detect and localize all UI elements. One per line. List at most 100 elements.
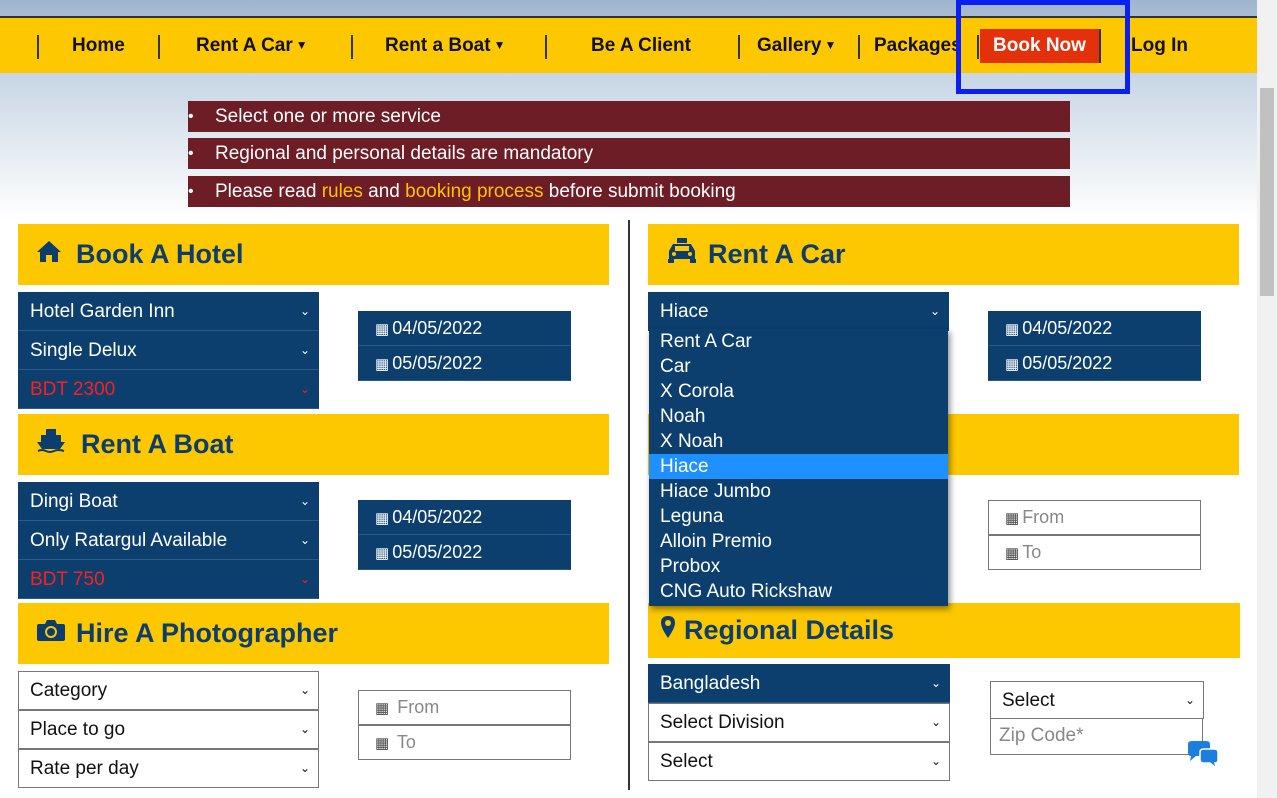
boat-to-date[interactable]: ▦ 05/05/2022 — [358, 535, 571, 570]
zip-code-input[interactable]: Zip Code* — [990, 719, 1203, 755]
chat-icon[interactable] — [1186, 740, 1220, 777]
nav-gallery[interactable]: Gallery ▼ — [757, 18, 836, 73]
calendar-icon: ▦ — [375, 545, 390, 562]
nav-separator — [37, 35, 39, 59]
right-from-date[interactable]: ▦ From — [988, 500, 1201, 535]
car-section-title: Rent A Car — [708, 239, 846, 269]
column-divider — [628, 220, 630, 790]
car-options-dropdown: Rent A Car Car X Corola Noah X Noah Hiac… — [649, 329, 948, 606]
room-type-select[interactable]: Single Delux ⌄ — [18, 331, 319, 370]
nav-separator — [738, 35, 740, 59]
car-option[interactable]: Hiace Jumbo — [649, 479, 948, 504]
book-now-button[interactable]: Book Now — [980, 29, 1101, 63]
notice-item: Please read rules and booking process be… — [188, 176, 1070, 207]
photographer-from-placeholder: From — [397, 697, 440, 717]
nav-log-in[interactable]: Log In — [1131, 18, 1188, 73]
chevron-down-icon: ⌄ — [1184, 693, 1195, 707]
right-to-date[interactable]: ▦ To — [988, 535, 1201, 570]
hotel-price-select[interactable]: BDT 2300 ⌄ — [18, 370, 319, 409]
chevron-down-icon: ⌄ — [299, 683, 310, 697]
photographer-section-header: Hire A Photographer — [18, 603, 609, 664]
country-value: Bangladesh — [660, 673, 761, 694]
photographer-from-date[interactable]: ▦ From — [358, 690, 571, 725]
ship-icon — [36, 415, 81, 476]
notice-text: before submit booking — [543, 181, 736, 202]
car-from-date[interactable]: ▦ 04/05/2022 — [988, 311, 1201, 346]
nav-rent-a-car[interactable]: Rent A Car ▼ — [196, 18, 308, 73]
caret-down-icon: ▼ — [824, 38, 837, 53]
car-option[interactable]: Noah — [649, 404, 948, 429]
photographer-place-value: Place to go — [30, 719, 126, 740]
nav-packages[interactable]: Packages — [874, 18, 962, 73]
caret-down-icon: ▼ — [295, 38, 308, 53]
car-type-value: Hiace — [660, 301, 709, 322]
boat-section-title: Rent A Boat — [81, 429, 234, 459]
hotel-checkin-date[interactable]: ▦ 04/05/2022 — [358, 311, 571, 346]
notice-item: Select one or more service — [188, 101, 1070, 132]
boat-price-select[interactable]: BDT 750 ⌄ — [18, 560, 319, 599]
car-option-selected[interactable]: Hiace — [649, 454, 948, 479]
calendar-icon: ▦ — [1005, 356, 1020, 373]
nav-rent-a-boat-label: Rent a Boat — [385, 35, 491, 56]
calendar-icon: ▦ — [375, 356, 390, 373]
car-type-select[interactable]: Hiace ⌄ — [648, 292, 949, 331]
chevron-down-icon: ⌄ — [929, 304, 940, 318]
district-select[interactable]: Select ⌄ — [648, 742, 950, 781]
photographer-section-title: Hire A Photographer — [76, 618, 339, 648]
photographer-place-select[interactable]: Place to go ⌄ — [18, 710, 319, 749]
calendar-icon: ▦ — [1005, 510, 1020, 527]
country-select[interactable]: Bangladesh ⌄ — [648, 664, 950, 703]
chevron-down-icon: ⌄ — [930, 754, 941, 768]
hotel-select[interactable]: Hotel Garden Inn ⌄ — [18, 292, 319, 331]
hotel-checkin-value: 04/05/2022 — [392, 318, 483, 338]
room-type-value: Single Delux — [30, 340, 137, 361]
area-select[interactable]: Select ⌄ — [990, 681, 1204, 719]
car-option[interactable]: CNG Auto Rickshaw — [649, 579, 948, 604]
car-option[interactable]: Leguna — [649, 504, 948, 529]
photographer-category-value: Category — [30, 680, 108, 701]
nav-rent-a-boat[interactable]: Rent a Boat ▼ — [385, 18, 505, 73]
division-select[interactable]: Select Division ⌄ — [648, 703, 950, 742]
hotel-checkout-date[interactable]: ▦ 05/05/2022 — [358, 346, 571, 381]
regional-section-header: Regional Details — [648, 603, 1240, 658]
chevron-down-icon: ⌄ — [299, 494, 310, 508]
page-scrollbar[interactable] — [1257, 0, 1277, 798]
nav-separator — [977, 35, 979, 59]
car-option[interactable]: Rent A Car — [649, 329, 948, 354]
car-option[interactable]: X Corola — [649, 379, 948, 404]
nav-be-a-client[interactable]: Be A Client — [591, 18, 691, 73]
nav-separator — [858, 35, 860, 59]
hotel-section-header: Book A Hotel — [18, 224, 609, 285]
photographer-rate-select[interactable]: Rate per day ⌄ — [18, 749, 319, 788]
car-option[interactable]: Probox — [649, 554, 948, 579]
boat-type-select[interactable]: Dingi Boat ⌄ — [18, 482, 319, 521]
photographer-category-select[interactable]: Category ⌄ — [18, 671, 319, 710]
boat-type-value: Dingi Boat — [30, 491, 118, 512]
car-to-value: 05/05/2022 — [1022, 353, 1113, 373]
camera-icon — [36, 604, 76, 665]
calendar-icon: ▦ — [1005, 321, 1020, 338]
nav-home[interactable]: Home — [72, 18, 125, 73]
notice-item: Regional and personal details are mandat… — [188, 138, 1070, 169]
nav-separator — [545, 35, 547, 59]
chevron-down-icon: ⌄ — [299, 533, 310, 547]
notice-text: and — [362, 181, 406, 202]
photographer-rate-value: Rate per day — [30, 758, 139, 779]
car-option[interactable]: Car — [649, 354, 948, 379]
car-to-date[interactable]: ▦ 05/05/2022 — [988, 346, 1201, 381]
photographer-to-date[interactable]: ▦ To — [358, 725, 571, 760]
calendar-icon: ▦ — [1005, 545, 1020, 562]
chevron-down-icon: ⌄ — [299, 343, 310, 357]
boat-location-value: Only Ratargul Available — [30, 530, 228, 551]
scrollbar-thumb[interactable] — [1260, 88, 1274, 296]
boat-from-date[interactable]: ▦ 04/05/2022 — [358, 500, 571, 535]
rules-link[interactable]: rules — [322, 181, 363, 202]
home-icon — [36, 225, 76, 286]
district-value: Select — [660, 751, 713, 772]
car-option[interactable]: X Noah — [649, 429, 948, 454]
booking-process-link[interactable]: booking process — [405, 181, 543, 202]
notice-text: Please read — [215, 181, 322, 202]
nav-rent-a-car-label: Rent A Car — [196, 35, 293, 56]
car-option[interactable]: Alloin Premio — [649, 529, 948, 554]
boat-location-select[interactable]: Only Ratargul Available ⌄ — [18, 521, 319, 560]
